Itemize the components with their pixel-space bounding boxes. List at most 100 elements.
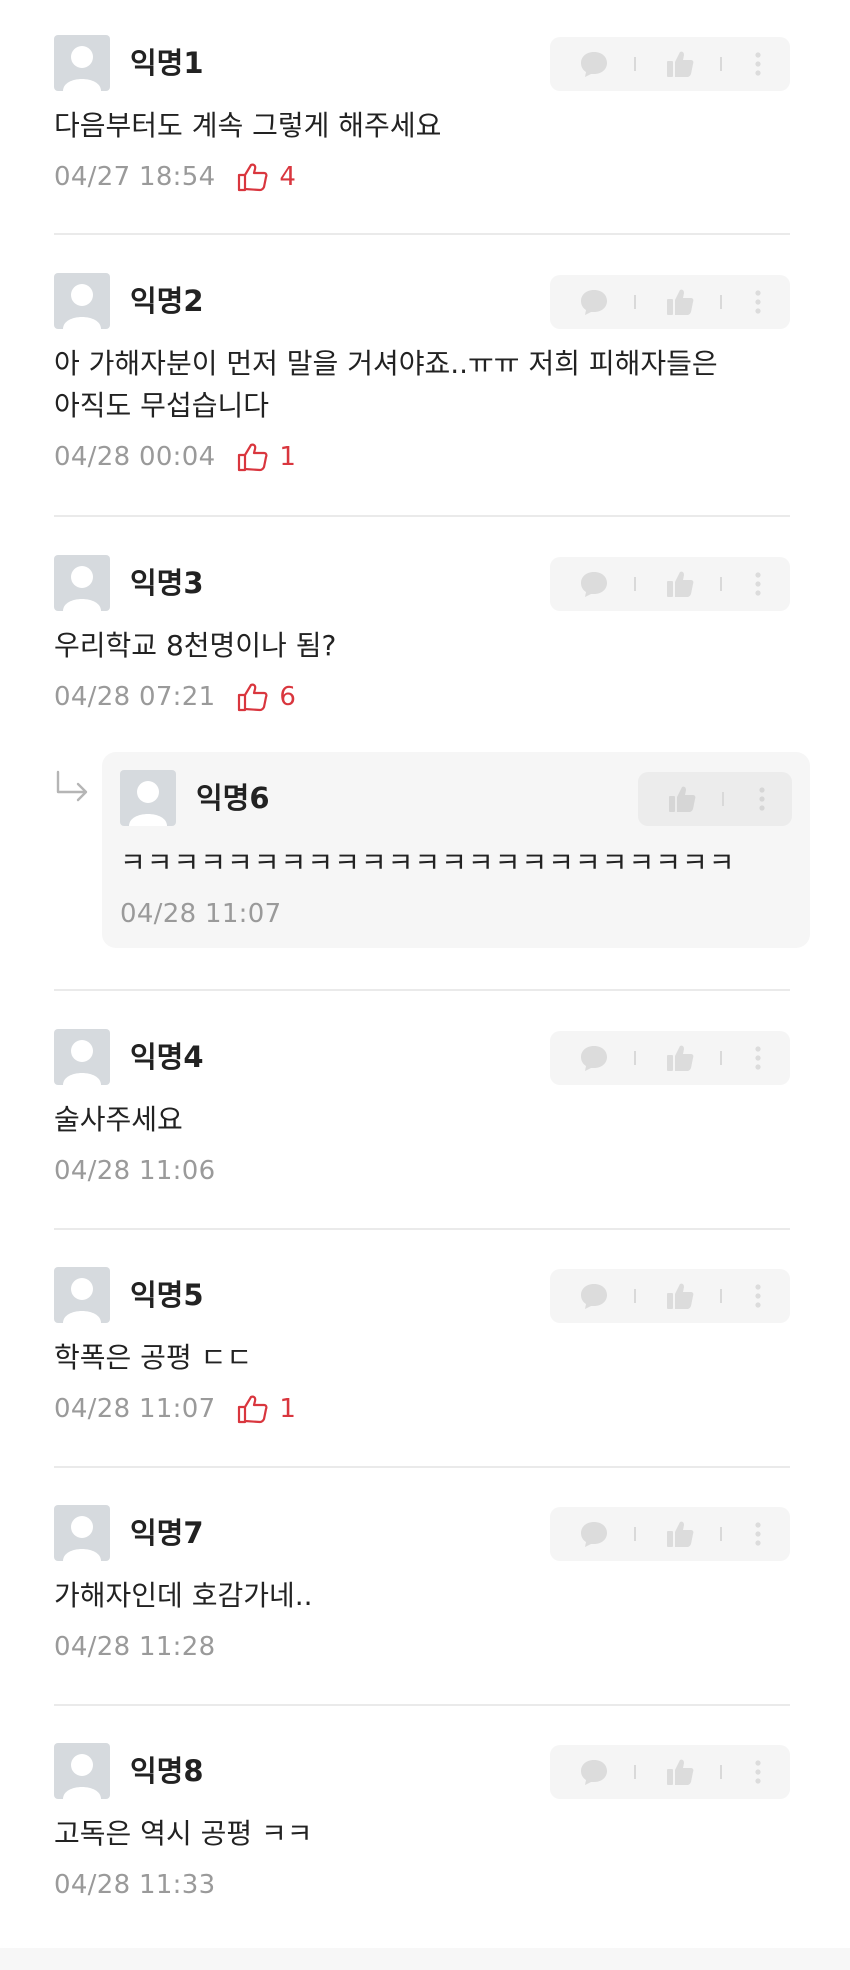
comment-meta: 04/28 11:33: [54, 1865, 790, 1905]
avatar-placeholder-icon: [54, 35, 110, 91]
like-count-badge[interactable]: 1: [237, 442, 296, 472]
like-count-badge[interactable]: 6: [237, 682, 296, 712]
reply-action-bar: [638, 772, 792, 826]
comment-meta: 04/28 11:06: [54, 1151, 790, 1191]
comment-icon[interactable]: [572, 1745, 616, 1799]
more-vertical-icon[interactable]: [738, 557, 778, 611]
avatar-placeholder-icon: [54, 1505, 110, 1561]
divider: [54, 233, 790, 235]
divider: [54, 1228, 790, 1230]
comment-author: 익명2: [130, 284, 204, 318]
comment-header: 익명5: [54, 1267, 790, 1325]
comment-action-bar: [550, 1031, 790, 1085]
comment-item: 익명8 고독은 역시 공평 ㅋㅋ 04/28 11:33: [54, 1743, 790, 1905]
comment-author: 익명7: [130, 1516, 204, 1550]
action-separator: [720, 57, 722, 71]
action-separator: [720, 1527, 722, 1541]
like-count: 1: [279, 1394, 296, 1424]
comment-action-bar: [550, 1269, 790, 1323]
comment-header: 익명1: [54, 35, 790, 93]
bottom-edge: [0, 1948, 850, 1970]
like-count-badge[interactable]: 4: [237, 162, 296, 192]
comment-date: 04/28 11:33: [54, 1870, 216, 1900]
more-vertical-icon[interactable]: [738, 1031, 778, 1085]
more-vertical-icon[interactable]: [738, 1507, 778, 1561]
comment-text: 다음부터도 계속 그렇게 해주세요: [54, 109, 442, 142]
comment-item: 익명7 가해자인데 호감가네.. 04/28 11:28: [54, 1505, 790, 1667]
comment-header: 익명3: [54, 555, 790, 613]
action-separator: [634, 1527, 636, 1541]
comment-text: 아 가해자분이 먼저 말을 거셔야죠..ㅠㅠ 저희 피해자들은 아직도 무섭습니…: [54, 347, 718, 422]
thumbs-up-outline-icon: [238, 443, 268, 472]
comment-item: 익명5 학폭은 공평 ㄷㄷ 04/28 11:07 1: [54, 1267, 790, 1429]
avatar-placeholder-icon: [54, 1029, 110, 1085]
comment-action-bar: [550, 37, 790, 91]
action-separator: [720, 1289, 722, 1303]
reply-header: 익명6: [120, 770, 792, 828]
more-vertical-icon[interactable]: [738, 1269, 778, 1323]
more-vertical-icon[interactable]: [742, 772, 782, 826]
comment-date: 04/28 07:21: [54, 682, 216, 712]
avatar-placeholder-icon: [54, 1743, 110, 1799]
comment-item: 익명2 아 가해자분이 먼저 말을 거셔야죠..ㅠㅠ 저희 피해자들은 아직도 …: [54, 273, 790, 477]
reply-meta: 04/28 11:07: [120, 894, 792, 934]
thumbs-up-icon[interactable]: [658, 557, 702, 611]
comment-item: 익명3 우리학교 8천명이나 됨? 04/28 07:21 6: [54, 555, 790, 717]
comment-meta: 04/28 11:07 1: [54, 1389, 790, 1429]
comment-author: 익명1: [130, 46, 204, 80]
thumbs-up-icon[interactable]: [658, 1507, 702, 1561]
avatar-placeholder-icon: [120, 770, 176, 826]
action-separator: [720, 295, 722, 309]
comment-author: 익명8: [130, 1754, 204, 1788]
reply-date: 04/28 11:07: [120, 899, 282, 929]
more-vertical-icon[interactable]: [738, 275, 778, 329]
comment-date: 04/28 11:07: [54, 1394, 216, 1424]
comment-text: 고독은 역시 공평 ㅋㅋ: [54, 1817, 313, 1850]
comment-header: 익명2: [54, 273, 790, 331]
more-vertical-icon[interactable]: [738, 37, 778, 91]
comment-icon[interactable]: [572, 1269, 616, 1323]
comment-icon[interactable]: [572, 275, 616, 329]
thumbs-up-icon[interactable]: [658, 275, 702, 329]
comment-action-bar: [550, 557, 790, 611]
comment-action-bar: [550, 1745, 790, 1799]
comment-icon[interactable]: [572, 557, 616, 611]
comment-header: 익명7: [54, 1505, 790, 1563]
action-separator: [720, 1765, 722, 1779]
divider: [54, 989, 790, 991]
thumbs-up-icon[interactable]: [658, 1269, 702, 1323]
comment-author: 익명4: [130, 1040, 204, 1074]
reply-author: 익명6: [196, 781, 270, 815]
comment-author: 익명3: [130, 566, 204, 600]
comment-icon[interactable]: [572, 37, 616, 91]
action-separator: [634, 295, 636, 309]
like-count: 4: [279, 162, 296, 192]
action-separator: [722, 792, 724, 806]
action-separator: [634, 577, 636, 591]
comment-header: 익명4: [54, 1029, 790, 1087]
divider: [54, 515, 790, 517]
thumbs-up-icon[interactable]: [660, 772, 704, 826]
comment-meta: 04/27 18:54 4: [54, 157, 790, 197]
thumbs-up-icon[interactable]: [658, 37, 702, 91]
comment-text: 우리학교 8천명이나 됨?: [54, 629, 337, 662]
avatar-placeholder-icon: [54, 555, 110, 611]
action-separator: [634, 57, 636, 71]
reply-arrow-icon: [54, 770, 90, 808]
comment-icon[interactable]: [572, 1031, 616, 1085]
comment-text: 학폭은 공평 ㄷㄷ: [54, 1341, 253, 1374]
avatar-placeholder-icon: [54, 273, 110, 329]
comment-action-bar: [550, 1507, 790, 1561]
more-vertical-icon[interactable]: [738, 1745, 778, 1799]
comment-date: 04/27 18:54: [54, 162, 216, 192]
avatar-placeholder-icon: [54, 1267, 110, 1323]
comment-text: 술사주세요: [54, 1103, 183, 1136]
comment-item: 익명1 다음부터도 계속 그렇게 해주세요 04/27 18:54 4: [54, 35, 790, 197]
comment-date: 04/28 11:06: [54, 1156, 216, 1186]
comment-icon[interactable]: [572, 1507, 616, 1561]
comment-meta: 04/28 11:28: [54, 1627, 790, 1667]
thumbs-up-icon[interactable]: [658, 1031, 702, 1085]
like-count-badge[interactable]: 1: [237, 1394, 296, 1424]
comment-header: 익명8: [54, 1743, 790, 1801]
thumbs-up-icon[interactable]: [658, 1745, 702, 1799]
